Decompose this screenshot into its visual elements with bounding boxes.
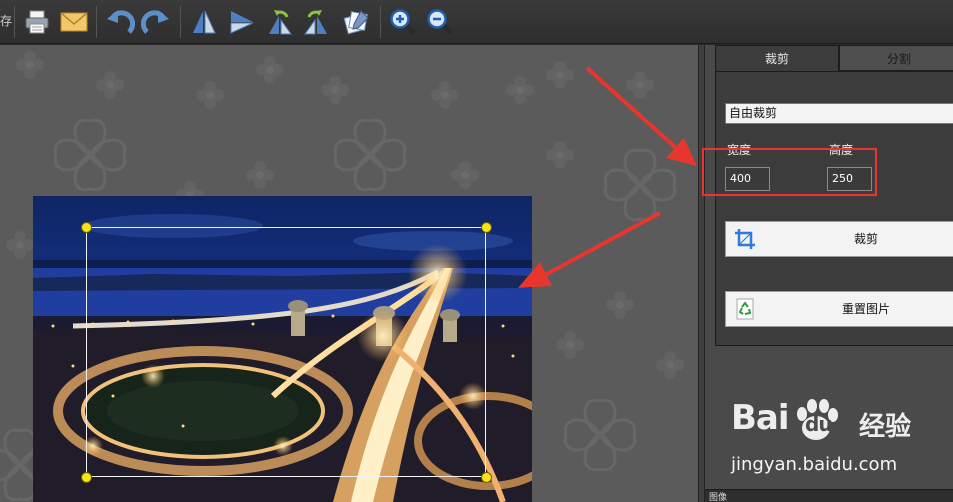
- toolbar-separator: [380, 6, 381, 38]
- crop-tab-content: 自由裁剪 宽度 高度 400 250 裁剪 重置图片: [702, 71, 953, 346]
- panel-splitter[interactable]: [698, 45, 705, 502]
- flip-horizontal-button[interactable]: [225, 5, 259, 39]
- effects-button[interactable]: [339, 5, 373, 39]
- crop-button-label: 裁剪: [853, 232, 878, 246]
- crop-handle-bottom-left[interactable]: [81, 472, 92, 483]
- flip-horizontal-icon: [230, 11, 254, 34]
- undo-icon: [107, 10, 135, 34]
- watermark-logo-bai: Bai: [731, 398, 790, 438]
- redo-button[interactable]: [139, 5, 173, 39]
- baidu-jingyan-watermark: Bai du 经验 jingyan.baidu.com: [727, 398, 953, 478]
- toolbar-separator: [96, 6, 97, 38]
- rotate-right-button[interactable]: [299, 5, 333, 39]
- watermark-url: jingyan.baidu.com: [731, 454, 898, 475]
- reset-image-button-label: 重置图片: [841, 302, 890, 316]
- zoom-in-icon: [390, 9, 416, 35]
- crop-handle-top-right[interactable]: [481, 222, 492, 233]
- crop-button[interactable]: 裁剪: [725, 221, 953, 257]
- zoom-in-button[interactable]: [386, 5, 420, 39]
- image-section-header: 图像: [705, 489, 953, 502]
- redo-icon: [141, 10, 169, 34]
- tab-crop[interactable]: 裁剪: [715, 45, 839, 71]
- watermark-jingyan-text: 经验: [859, 412, 912, 442]
- toolbar-separator: [14, 6, 15, 38]
- watermark-logo-du: du: [805, 412, 833, 436]
- crop-handle-top-left[interactable]: [81, 222, 92, 233]
- zoom-out-icon: [427, 9, 453, 35]
- toolbar-separator: [180, 6, 181, 38]
- image-editor-window: 存 裁剪 分割 自由裁剪 宽度 高度 400 250 裁剪 重置图片 图像 Ba…: [0, 0, 953, 502]
- zoom-out-button[interactable]: [423, 5, 457, 39]
- reset-image-button[interactable]: 重置图片: [725, 291, 953, 327]
- panel-tabs: 裁剪 分割: [715, 45, 953, 71]
- rotate-right-icon: [304, 10, 327, 35]
- print-icon: [25, 10, 49, 34]
- crop-handle-bottom-right[interactable]: [481, 472, 492, 483]
- print-button[interactable]: [20, 5, 54, 39]
- undo-button[interactable]: [103, 5, 137, 39]
- tab-split[interactable]: 分割: [839, 45, 953, 71]
- email-icon: [60, 12, 88, 32]
- toolbar: 存: [0, 0, 953, 44]
- crop-mode-select[interactable]: 自由裁剪: [725, 103, 953, 124]
- email-button[interactable]: [57, 5, 91, 39]
- rotate-left-button[interactable]: [263, 5, 297, 39]
- flip-vertical-icon: [193, 10, 216, 34]
- annotation-highlight-box: [702, 148, 877, 196]
- crop-selection-rectangle[interactable]: [86, 227, 486, 477]
- effects-icon: [343, 10, 369, 35]
- flip-vertical-button[interactable]: [187, 5, 221, 39]
- image-section-label: 图像: [709, 493, 728, 502]
- rotate-left-icon: [269, 10, 292, 35]
- image-canvas[interactable]: [0, 45, 698, 502]
